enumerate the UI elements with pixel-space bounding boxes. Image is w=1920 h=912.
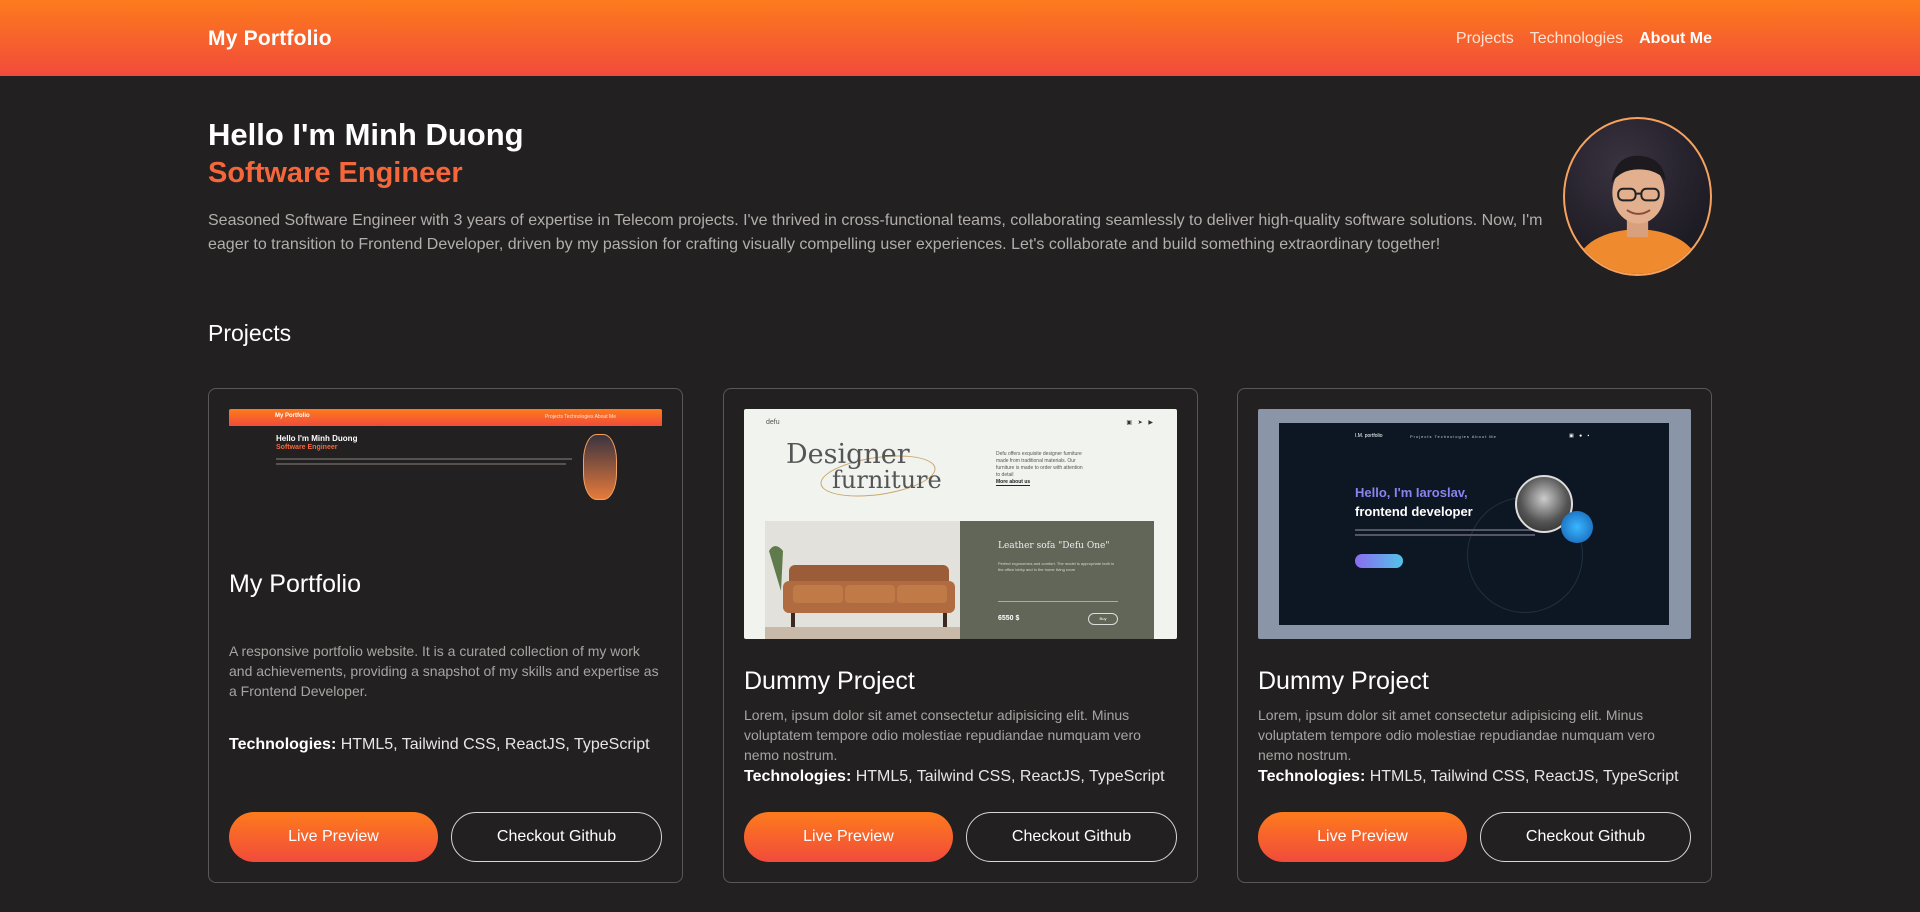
project-card: defu ▣ ➤ ▶ Designer furniture Defu offer… <box>723 388 1198 883</box>
thumb-greeting: Hello, I'm Iaroslav, <box>1355 485 1468 500</box>
thumb-price: 6550 $ <box>998 615 1020 622</box>
thumb-text-line <box>276 458 572 460</box>
hero-role: Software Engineer <box>208 157 463 189</box>
tech-label: Technologies: <box>744 768 852 785</box>
live-preview-button[interactable]: Live Preview <box>744 812 953 862</box>
profile-photo <box>1577 155 1698 274</box>
thumb-social-icons: ▣ ● ▪ <box>1569 433 1592 439</box>
thumb-avatar <box>583 434 617 500</box>
main-nav: Projects Technologies About Me <box>1456 30 1712 48</box>
project-description: Lorem, ipsum dolor sit amet consectetur … <box>744 707 1141 763</box>
thumb-screen: I.M. portfolio Projects Technologies Abo… <box>1279 423 1669 625</box>
tech-label: Technologies: <box>1258 768 1366 785</box>
thumb-glow <box>1561 511 1593 543</box>
project-title: My Portfolio <box>229 570 361 598</box>
nav-link-technologies[interactable]: Technologies <box>1530 30 1623 48</box>
thumb-role: frontend developer <box>1355 504 1473 519</box>
thumb-sofa-image <box>765 521 961 639</box>
thumb-side-text: Defu offers exquisite designer furniture… <box>996 451 1083 478</box>
thumb-headline: Designer <box>786 439 910 470</box>
project-title: Dummy Project <box>1258 667 1429 695</box>
project-card: My Portfolio Projects Technologies About… <box>208 388 683 883</box>
thumb-role: Software Engineer <box>276 444 338 451</box>
thumb-greeting: Hello I'm Minh Duong <box>276 434 358 443</box>
live-preview-button[interactable]: Live Preview <box>229 812 438 862</box>
thumb-divider <box>998 601 1118 602</box>
live-preview-button[interactable]: Live Preview <box>1258 812 1467 862</box>
hero-greeting: Hello I'm Minh Duong <box>208 117 524 152</box>
avatar <box>1563 117 1712 276</box>
checkout-github-button[interactable]: Checkout Github <box>451 812 662 862</box>
thumb-text-line <box>276 463 566 465</box>
hero-bio: Seasoned Software Engineer with 3 years … <box>208 212 1543 253</box>
thumb-product-text: Perfect ergonomics and comfort. The mode… <box>998 561 1115 572</box>
thumb-brand: I.M. portfolio <box>1355 433 1383 439</box>
thumb-more-link: More about us <box>996 479 1031 486</box>
tech-list: HTML5, Tailwind CSS, ReactJS, TypeScript <box>851 768 1165 785</box>
project-title: Dummy Project <box>744 667 915 695</box>
thumb-cta-button <box>1355 554 1403 568</box>
tech-list: HTML5, Tailwind CSS, ReactJS, TypeScript <box>1365 768 1679 785</box>
project-technologies: Technologies: HTML5, Tailwind CSS, React… <box>229 736 669 754</box>
thumb-text-line <box>1355 529 1555 531</box>
projects-heading: Projects <box>208 320 292 346</box>
project-thumbnail[interactable]: My Portfolio Projects Technologies About… <box>229 409 662 639</box>
sofa-icon <box>765 521 961 639</box>
thumb-text-line <box>1355 534 1535 536</box>
brand-logo[interactable]: My Portfolio <box>208 27 332 51</box>
thumb-product-panel: Leather sofa "Defu One" Perfect ergonomi… <box>960 521 1154 639</box>
tech-label: Technologies: <box>229 736 337 753</box>
nav-link-about-me[interactable]: About Me <box>1639 30 1712 48</box>
thumb-buy-button: Buy <box>1088 613 1118 625</box>
project-thumbnail[interactable]: defu ▣ ➤ ▶ Designer furniture Defu offer… <box>744 409 1177 639</box>
thumb-nav: Projects Technologies About Me <box>1410 434 1497 439</box>
project-description: Lorem, ipsum dolor sit amet consectetur … <box>1258 707 1655 763</box>
project-thumbnail[interactable]: I.M. portfolio Projects Technologies Abo… <box>1258 409 1691 639</box>
nav-link-projects[interactable]: Projects <box>1456 30 1514 48</box>
project-card: I.M. portfolio Projects Technologies Abo… <box>1237 388 1712 883</box>
tech-list: HTML5, Tailwind CSS, ReactJS, TypeScript <box>336 736 650 753</box>
checkout-github-button[interactable]: Checkout Github <box>966 812 1177 862</box>
project-technologies: Technologies: HTML5, Tailwind CSS, React… <box>744 768 1184 786</box>
project-technologies: Technologies: HTML5, Tailwind CSS, React… <box>1258 768 1698 786</box>
thumb-nav: Projects Technologies About Me <box>544 414 616 420</box>
top-navbar: My Portfolio Projects Technologies About… <box>0 0 1920 76</box>
thumb-headline: furniture <box>832 466 942 494</box>
thumb-brand: My Portfolio <box>275 413 310 419</box>
checkout-github-button[interactable]: Checkout Github <box>1480 812 1691 862</box>
thumb-product-name: Leather sofa "Defu One" <box>998 541 1110 551</box>
project-description: A responsive portfolio website. It is a … <box>229 643 659 699</box>
thumb-social-icons: ▣ ➤ ▶ <box>1126 420 1155 426</box>
thumb-logo: defu <box>766 419 780 426</box>
